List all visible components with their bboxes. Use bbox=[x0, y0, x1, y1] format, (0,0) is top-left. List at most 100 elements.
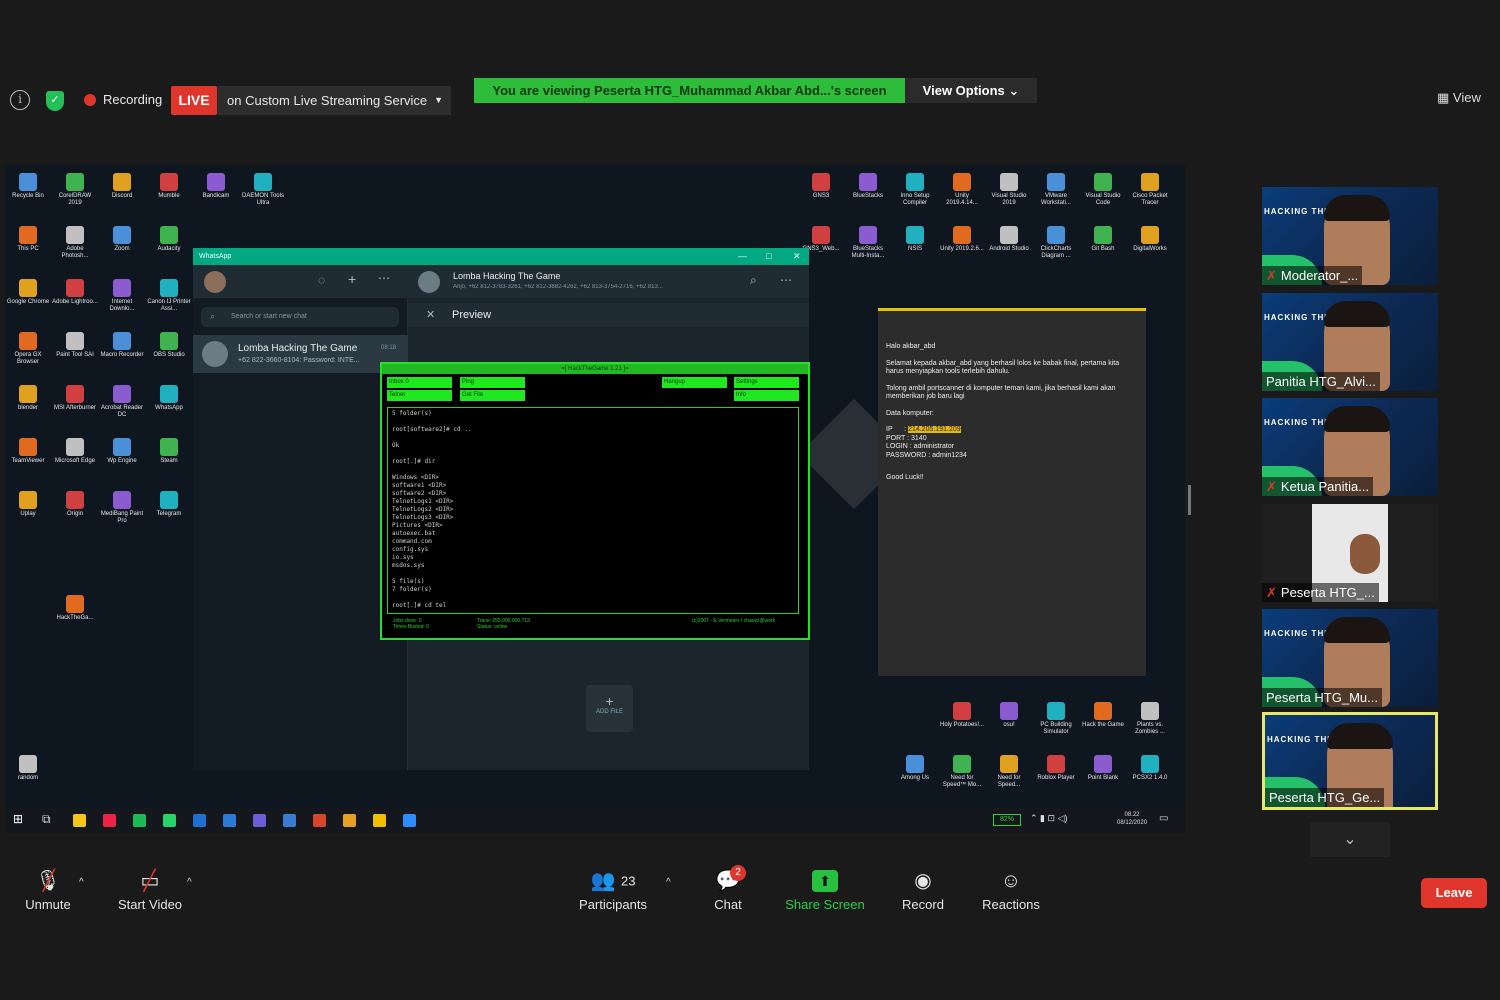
desktop-icon[interactable]: Audacity bbox=[146, 226, 192, 253]
terminal-button[interactable]: Inbox 0 bbox=[387, 377, 452, 388]
desktop-icon[interactable]: Roblox Player bbox=[1033, 755, 1079, 782]
desktop-icon[interactable]: CorelDRAW 2019 bbox=[52, 173, 98, 207]
taskbar-app-icon[interactable] bbox=[283, 814, 296, 827]
desktop-icon[interactable]: Inno Setup Compiler bbox=[892, 173, 938, 207]
new-chat-icon[interactable]: + bbox=[348, 271, 356, 287]
desktop-icon[interactable]: Paint Tool SAI bbox=[52, 332, 98, 359]
desktop-icon[interactable]: Internet Downlo... bbox=[99, 279, 145, 313]
audio-options-caret[interactable]: ^ bbox=[79, 877, 84, 888]
minimize-icon[interactable]: — bbox=[738, 248, 747, 265]
desktop-icon[interactable]: Recycle Bin bbox=[5, 173, 51, 200]
taskbar-app-icon[interactable] bbox=[133, 814, 146, 827]
desktop-icon[interactable]: Point Blank bbox=[1080, 755, 1126, 782]
windows-start-icon[interactable]: ⊞ bbox=[13, 812, 23, 826]
participants-options-caret[interactable]: ^ bbox=[666, 877, 671, 888]
chevron-down-icon[interactable]: ⌄ bbox=[1310, 822, 1390, 857]
notification-icon[interactable]: ▭ bbox=[1159, 813, 1168, 824]
desktop-icon[interactable]: Android Studio bbox=[986, 226, 1032, 253]
desktop-icon[interactable]: ClickCharts Diagram ... bbox=[1033, 226, 1079, 260]
terminal-output[interactable]: 5 folder(s) root[software2]# cd .. Ok ro… bbox=[387, 407, 799, 614]
desktop-icon[interactable]: DAEMON Tools Ultra bbox=[240, 173, 286, 207]
taskbar-app-icon[interactable] bbox=[313, 814, 326, 827]
terminal-button[interactable]: Ping bbox=[460, 377, 525, 388]
add-file-button[interactable]: + ADD FILE bbox=[586, 685, 633, 732]
desktop-icon[interactable]: Zoom bbox=[99, 226, 145, 253]
desktop-icon[interactable]: random bbox=[5, 755, 51, 782]
desktop-icon[interactable]: Uplay bbox=[5, 491, 51, 518]
desktop-icon[interactable]: Google Chrome bbox=[5, 279, 51, 306]
terminal-button[interactable]: Telnet bbox=[387, 390, 452, 401]
desktop-icon[interactable]: NSIS bbox=[892, 226, 938, 253]
terminal-button[interactable]: Hangup bbox=[662, 377, 727, 388]
avatar[interactable] bbox=[204, 271, 226, 293]
desktop-icon[interactable]: PC Building Simulator bbox=[1033, 702, 1079, 736]
desktop-icon[interactable]: Among Us bbox=[892, 755, 938, 782]
desktop-icon[interactable]: Adobe Lightroo... bbox=[52, 279, 98, 306]
desktop-icon[interactable]: Origin bbox=[52, 491, 98, 518]
desktop-icon[interactable]: BlueStacks Multi-Insta... bbox=[845, 226, 891, 260]
recording-label[interactable]: Recording bbox=[103, 92, 162, 107]
desktop-icon[interactable]: This PC bbox=[5, 226, 51, 253]
menu-icon[interactable]: ⋯ bbox=[780, 273, 792, 287]
info-icon[interactable]: i bbox=[10, 90, 30, 110]
participant-tile[interactable]: HACKING THE GAME ✗ Ketua Panitia... bbox=[1262, 398, 1438, 496]
taskbar-app-icon[interactable] bbox=[73, 814, 86, 827]
desktop-icon[interactable]: Wp Engine bbox=[99, 438, 145, 465]
participants-button[interactable]: 👥 23 Participants bbox=[576, 870, 650, 912]
desktop-icon[interactable]: Discord bbox=[99, 173, 145, 200]
job-message-window[interactable]: Halo akbar_abd Selamat kepada akbar_abd … bbox=[878, 308, 1146, 676]
desktop-icon[interactable]: Steam bbox=[146, 438, 192, 465]
desktop-icon[interactable]: MediBang Paint Pro bbox=[99, 491, 145, 525]
conversation-header[interactable]: Lomba Hacking The Game Anjo, +62 812-378… bbox=[408, 265, 809, 298]
close-icon[interactable]: ✕ bbox=[426, 303, 435, 327]
share-screen-button[interactable]: ⬆ Share Screen bbox=[783, 870, 867, 912]
taskbar-app-icon[interactable] bbox=[343, 814, 356, 827]
desktop-icon[interactable]: TeamViewer bbox=[5, 438, 51, 465]
participant-tile[interactable]: ✗ Peserta HTG_... bbox=[1262, 504, 1438, 602]
chat-list-item[interactable]: Lomba Hacking The Game +62 822-3660-8104… bbox=[193, 335, 408, 373]
reactions-button[interactable]: ☺ Reactions bbox=[980, 870, 1042, 912]
desktop-icon[interactable]: Canon IJ Printer Assi... bbox=[146, 279, 192, 313]
chat-button[interactable]: 💬 2 Chat bbox=[708, 865, 748, 912]
participant-tile[interactable]: HACKING THE GAME ✗ Moderator_... bbox=[1262, 187, 1438, 285]
desktop-icon[interactable]: blender bbox=[5, 385, 51, 412]
desktop-icon[interactable]: Microsoft Edge bbox=[52, 438, 98, 465]
participant-tile[interactable]: HACKING THE GAME Panitia HTG_Alvi... bbox=[1262, 293, 1438, 391]
taskbar-app-icon[interactable] bbox=[253, 814, 266, 827]
terminal-button[interactable]: Get File bbox=[460, 390, 525, 401]
menu-icon[interactable]: ⋯ bbox=[378, 271, 390, 285]
desktop-icon[interactable]: WhatsApp bbox=[146, 385, 192, 412]
desktop-icon[interactable]: Visual Studio Code bbox=[1080, 173, 1126, 207]
terminal-button[interactable]: Info bbox=[734, 390, 799, 401]
desktop-icon[interactable]: OBS Studio bbox=[146, 332, 192, 359]
desktop-icon[interactable]: Need for Speed™ Mo... bbox=[939, 755, 985, 789]
start-video-button[interactable]: ▭ ╱ Start Video bbox=[114, 870, 186, 912]
battery-indicator[interactable]: 82% bbox=[993, 814, 1021, 826]
desktop-icon[interactable]: Bandicam bbox=[193, 173, 239, 200]
desktop-icon[interactable]: BlueStacks bbox=[845, 173, 891, 200]
desktop-icon[interactable]: HackTheGa... bbox=[52, 595, 98, 622]
desktop-icon[interactable]: VMware Workstati... bbox=[1033, 173, 1079, 207]
search-icon[interactable]: ⌕ bbox=[750, 273, 757, 288]
desktop-icon[interactable]: Plants vs. Zombies ... bbox=[1127, 702, 1173, 736]
desktop-icon[interactable]: Acrobat Reader DC bbox=[99, 385, 145, 419]
splitter-handle[interactable] bbox=[1188, 485, 1191, 515]
desktop-icon[interactable]: Need for Speed... bbox=[986, 755, 1032, 789]
desktop-icon[interactable]: Git Bash bbox=[1080, 226, 1126, 253]
desktop-icon[interactable]: Cisco Packet Tracer bbox=[1127, 173, 1173, 207]
maximize-icon[interactable]: □ bbox=[766, 248, 771, 265]
shield-icon[interactable]: ✓ bbox=[46, 91, 64, 111]
record-button[interactable]: ◉ Record bbox=[898, 870, 948, 912]
desktop-icon[interactable]: DigitalWorks bbox=[1127, 226, 1173, 253]
clock[interactable]: 08.22 08/12/2020 bbox=[1117, 811, 1147, 827]
tray-icons[interactable]: ⌃ ▮ ⊡ ◁) bbox=[1030, 813, 1067, 824]
taskbar-app-icon[interactable] bbox=[373, 814, 386, 827]
desktop-icon[interactable]: Unity 2019.4.14... bbox=[939, 173, 985, 207]
unmute-button[interactable]: 🎙 ╱ Unmute bbox=[22, 870, 74, 912]
view-button[interactable]: ▦ View bbox=[1437, 90, 1481, 106]
desktop-icon[interactable]: Hack the Game bbox=[1080, 702, 1126, 729]
live-badge[interactable]: LIVE bbox=[171, 86, 217, 115]
desktop-icon[interactable]: osu! bbox=[986, 702, 1032, 729]
terminal-button[interactable]: Settings bbox=[734, 377, 799, 388]
desktop-icon[interactable]: Macro Recorder bbox=[99, 332, 145, 359]
